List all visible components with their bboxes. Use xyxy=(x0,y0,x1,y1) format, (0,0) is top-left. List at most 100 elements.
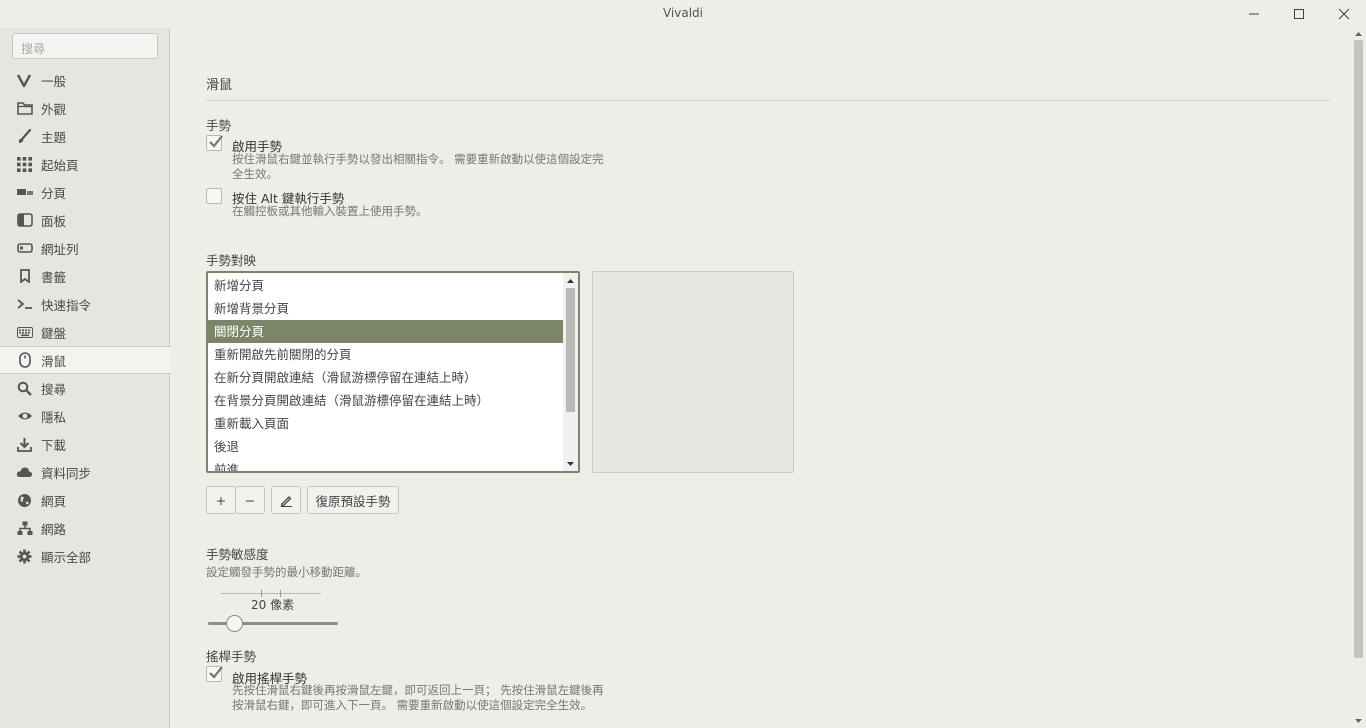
window-title: Vivaldi xyxy=(662,6,704,20)
sidebar-item-bookmarks[interactable]: 書籤 xyxy=(0,262,170,290)
command-icon xyxy=(16,296,33,313)
sidebar-item-label: 一般 xyxy=(41,73,67,89)
edit-gesture-button[interactable] xyxy=(271,486,301,514)
brush-icon xyxy=(16,128,33,145)
sidebar-item-mouse[interactable]: 滑鼠 xyxy=(0,346,171,374)
list-item[interactable]: 在背景分頁開啟連結（滑鼠游標停留在連結上時） xyxy=(208,389,565,412)
sidebar-item-address-bar[interactable]: 網址列 xyxy=(0,234,170,262)
remove-gesture-button[interactable]: − xyxy=(235,486,265,514)
sidebar-item-webpages[interactable]: 網頁 xyxy=(0,486,170,514)
sidebar-item-sync[interactable]: 資料同步 xyxy=(0,458,170,486)
sidebar-item-show-all[interactable]: 顯示全部 xyxy=(0,542,170,570)
bookmark-icon xyxy=(16,268,33,285)
sidebar-item-network[interactable]: 網路 xyxy=(0,514,170,542)
gesture-path-icon xyxy=(626,299,768,435)
title-divider xyxy=(206,100,1330,101)
download-icon xyxy=(16,436,33,453)
settings-sidebar: 搜尋 一般 外觀 主題 起始頁 分頁 面板 網址列 書籤 快速指令 鍵盤 滑鼠 … xyxy=(0,28,171,728)
scroll-up-icon xyxy=(567,279,574,283)
maximize-button[interactable] xyxy=(1276,0,1321,28)
sidebar-item-search[interactable]: 搜尋 xyxy=(0,374,170,402)
sidebar-item-label: 鍵盤 xyxy=(41,325,67,341)
list-item[interactable]: 新增背景分頁 xyxy=(208,297,565,320)
sidebar-item-label: 書籤 xyxy=(41,269,67,285)
sidebar-item-label: 網址列 xyxy=(41,241,79,257)
sensitivity-hint: 設定觸發手勢的最小移動距離。 xyxy=(206,565,367,579)
address-bar-icon xyxy=(16,240,33,257)
list-item[interactable]: 新增分頁 xyxy=(208,274,565,297)
sidebar-item-panels[interactable]: 面板 xyxy=(0,206,170,234)
eye-icon xyxy=(16,408,33,425)
list-item[interactable]: 後退 xyxy=(208,435,565,458)
sidebar-item-quick-commands[interactable]: 快速指令 xyxy=(0,290,170,318)
sidebar-item-general[interactable]: 一般 xyxy=(0,66,170,94)
sidebar-item-label: 快速指令 xyxy=(41,297,92,313)
sidebar-item-privacy[interactable]: 隱私 xyxy=(0,402,170,430)
sensitivity-scale-marker xyxy=(261,590,281,597)
sidebar-item-tabs[interactable]: 分頁 xyxy=(0,178,170,206)
panel-icon xyxy=(16,212,33,229)
close-icon xyxy=(1338,8,1349,20)
scroll-up-icon xyxy=(1355,32,1362,36)
keyboard-icon xyxy=(16,324,33,341)
sidebar-item-themes[interactable]: 主題 xyxy=(0,122,170,150)
enable-gestures-hint-line2: 全生效。 xyxy=(232,167,278,181)
sidebar-item-appearance[interactable]: 外觀 xyxy=(0,94,170,122)
checkmark-icon xyxy=(209,666,223,679)
add-gesture-button[interactable]: + xyxy=(206,486,236,514)
list-item-selected[interactable]: 關閉分頁 xyxy=(208,320,565,343)
sidebar-item-label: 滑鼠 xyxy=(41,353,67,369)
enable-rocker-checkbox[interactable] xyxy=(206,666,223,682)
gestures-heading: 手勢 xyxy=(206,118,232,133)
checkmark-icon xyxy=(209,135,223,148)
sensitivity-heading: 手勢敏感度 xyxy=(206,547,269,562)
gear-icon xyxy=(16,548,33,565)
sidebar-item-label: 主題 xyxy=(41,129,67,145)
close-button[interactable] xyxy=(1321,0,1366,28)
alt-gestures-checkbox[interactable] xyxy=(206,188,222,204)
search-input[interactable]: 搜尋 xyxy=(12,33,158,59)
sidebar-item-start-page[interactable]: 起始頁 xyxy=(0,150,170,178)
alt-gestures-hint: 在觸控板或其他輸入裝置上使用手勢。 xyxy=(232,204,428,218)
main-scrollbar[interactable] xyxy=(1351,28,1366,728)
enable-gestures-checkbox[interactable] xyxy=(206,135,223,151)
folder-icon xyxy=(16,100,33,117)
list-item[interactable]: 在新分頁開啟連結（滑鼠游標停留在連結上時） xyxy=(208,366,565,389)
mouse-icon xyxy=(16,352,33,369)
scroll-down-icon xyxy=(1355,719,1362,723)
gesture-preview xyxy=(592,271,794,473)
list-item[interactable]: 前進 xyxy=(208,458,565,471)
settings-nav: 一般 外觀 主題 起始頁 分頁 面板 網址列 書籤 快速指令 鍵盤 滑鼠 搜尋 … xyxy=(0,66,171,570)
sidebar-item-label: 搜尋 xyxy=(41,381,67,397)
scroll-down-icon xyxy=(567,462,574,466)
maximize-icon xyxy=(1293,9,1304,19)
sensitivity-slider-knob[interactable] xyxy=(226,615,243,632)
sidebar-item-label: 分頁 xyxy=(41,185,67,201)
scrollbar-thumb[interactable] xyxy=(566,288,575,412)
tabs-icon xyxy=(16,184,33,201)
vivaldi-logo-icon xyxy=(16,72,33,89)
rocker-hint-line2: 按滑鼠右鍵，即可進入下一頁。 需要重新啟動以使這個設定完全生效。 xyxy=(232,698,593,712)
sidebar-item-label: 外觀 xyxy=(41,101,67,117)
gesture-mapping-list[interactable]: 新增分頁 新增背景分頁 關閉分頁 重新開啟先前關閉的分頁 在新分頁開啟連結（滑鼠… xyxy=(206,271,580,473)
title-bar: Vivaldi xyxy=(0,0,1366,28)
sidebar-item-keyboard[interactable]: 鍵盤 xyxy=(0,318,170,346)
list-scrollbar[interactable] xyxy=(563,273,578,471)
list-item[interactable]: 重新載入頁面 xyxy=(208,412,565,435)
sidebar-item-label: 下載 xyxy=(41,437,67,453)
gesture-mapping-heading: 手勢對映 xyxy=(206,253,257,268)
rocker-hint-line1: 先按住滑鼠右鍵後再按滑鼠左鍵，即可返回上一頁； 先按住滑鼠左鍵後再 xyxy=(232,683,604,697)
pencil-icon xyxy=(280,496,292,507)
cloud-icon xyxy=(16,464,33,481)
settings-main: 滑鼠 手勢 啟用手勢 按住滑鼠右鍵並執行手勢以發出相關指令。 需要重新啟動以使這… xyxy=(171,28,1351,728)
main-scrollbar-thumb[interactable] xyxy=(1354,40,1363,658)
sidebar-item-label: 網路 xyxy=(41,521,67,537)
grid-icon xyxy=(16,156,33,173)
globe-icon xyxy=(16,492,33,509)
sidebar-item-label: 資料同步 xyxy=(41,465,92,481)
rocker-heading: 搖桿手勢 xyxy=(206,649,257,664)
reset-gestures-button[interactable]: 復原預設手勢 xyxy=(307,486,399,514)
list-item[interactable]: 重新開啟先前關閉的分頁 xyxy=(208,343,565,366)
minimize-button[interactable] xyxy=(1231,0,1276,28)
sidebar-item-downloads[interactable]: 下載 xyxy=(0,430,170,458)
